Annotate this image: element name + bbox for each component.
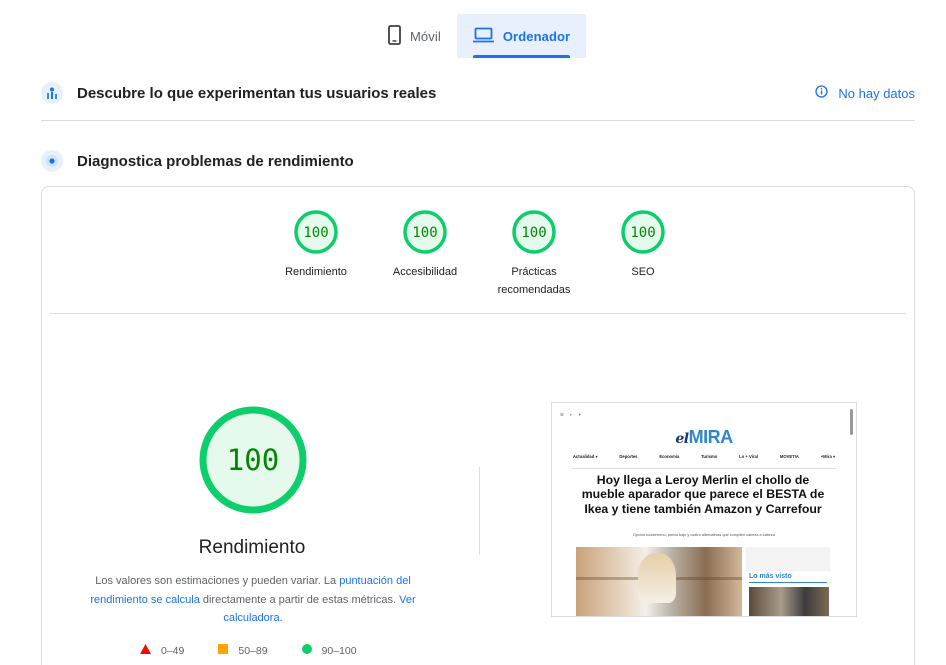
final-screenshot: ☰ ⌕ ☀ elMIRA Actualidad ▾ Deportes Econo… [551,402,857,617]
gauge-score: 100 [630,225,655,241]
screenshot-topbar: ☰ ⌕ ☀ [560,412,848,417]
diagnostics-title: Diagnostica problemas de rendimiento [77,152,354,170]
nav-item: Lo + Viral [739,454,759,459]
category-gauges: 100 Rendimiento 100 Accesibilidad 100 Pr… [42,209,914,309]
screenshot-nav: Actualidad ▾ Deportes Economía Turismo L… [562,454,846,459]
info-icon [815,85,829,101]
desc-text: directamente a partir de estas métricas. [199,593,400,606]
performance-big-label: Rendimiento [198,537,306,558]
tab-mobile[interactable]: Móvil [372,14,457,58]
score-ring: 100 [512,210,556,254]
field-data-title: Descubre lo que experimentan tus usuario… [77,84,437,102]
gauge-score: 100 [521,225,546,241]
section-divider [41,120,915,121]
legend-fail: 0–49 [140,644,184,657]
phone-icon [388,24,401,48]
gauge-label: Rendimiento [285,266,347,278]
nav-item: Economía [659,454,680,459]
card-divider [50,313,906,314]
screenshot-logo: elMIRA [552,427,856,448]
lighthouse-icon [41,150,63,172]
logo-main: MIRA [688,427,734,447]
menu-icon: ☰ [560,412,564,417]
performance-description: Los valores son estimaciones y pueden va… [74,572,432,628]
score-legend: 0–49 50–89 90–100 [140,644,357,657]
screenshot-subtitle: Opción todoterreno, precio bajo y cuatro… [633,533,775,537]
circle-icon [301,644,312,657]
score-ring: 100 [294,210,338,254]
gauge-label: SEO [631,266,655,278]
legend-average: 50–89 [218,644,268,657]
screenshot-headline: Hoy llega a Leroy Merlin el chollo de mu… [581,473,825,516]
nav-item: Actualidad ▾ [572,454,598,459]
tab-desktop-label: Ordenador [502,28,571,44]
screenshot-most-viewed: Lo más visto [749,573,792,580]
lighthouse-report-card: 100 Rendimiento 100 Accesibilidad 100 Pr… [41,186,915,665]
performance-big-score: 100 [227,443,279,477]
screenshot-main-photo [576,547,742,616]
screenshot-ad-slot [746,547,830,571]
legend-range: 0–49 [161,644,185,657]
nav-item: Deportes [619,454,638,459]
score-ring: 100 [403,210,447,254]
device-tabs: Móvil Ordenador [372,14,587,58]
gauge-score: 100 [303,225,328,241]
gauge-score: 100 [412,225,437,241]
users-chart-icon [41,82,63,104]
screenshot-thumbnail [749,587,829,616]
gauge-seo[interactable]: 100 SEO [588,209,698,281]
gauge-label: Prácticas recomendadas [497,266,571,296]
no-data-indicator[interactable]: No hay datos [815,85,915,101]
search-icon: ⌕ [569,412,572,417]
field-data-header: Descubre lo que experimentan tus usuario… [41,80,915,106]
logo-prefix: el [675,431,689,447]
nav-item: Turismo [701,454,718,459]
no-data-label: No hay datos [838,85,915,101]
nav-item: +Mira ▾ [820,454,836,459]
triangle-icon [140,644,151,657]
tab-desktop[interactable]: Ordenador [456,14,587,58]
score-ring: 100 [621,210,665,254]
nav-item: MOVETIA [779,454,799,459]
diagnostics-header: Diagnostica problemas de rendimiento [41,148,915,174]
most-viewed-underline [749,582,827,583]
vertical-separator [479,467,480,555]
gauge-performance[interactable]: 100 Rendimiento [261,209,371,281]
square-icon [218,644,229,657]
gauge-accessibility[interactable]: 100 Accesibilidad [370,209,480,281]
legend-range: 90–100 [321,644,357,657]
subnav-divider [572,468,836,469]
performance-big-gauge: 100 [199,406,307,514]
tab-mobile-label: Móvil [410,28,441,44]
weather-icon: ☀ [577,412,582,417]
laptop-icon [472,27,494,46]
desc-text: Los valores son estimaciones y pueden va… [95,575,340,587]
legend-range: 50–89 [238,644,268,657]
gauge-label: Accesibilidad [392,266,458,278]
gauge-best-practices[interactable]: 100 Prácticas recomendadas [479,209,589,299]
legend-pass: 90–100 [301,644,357,657]
